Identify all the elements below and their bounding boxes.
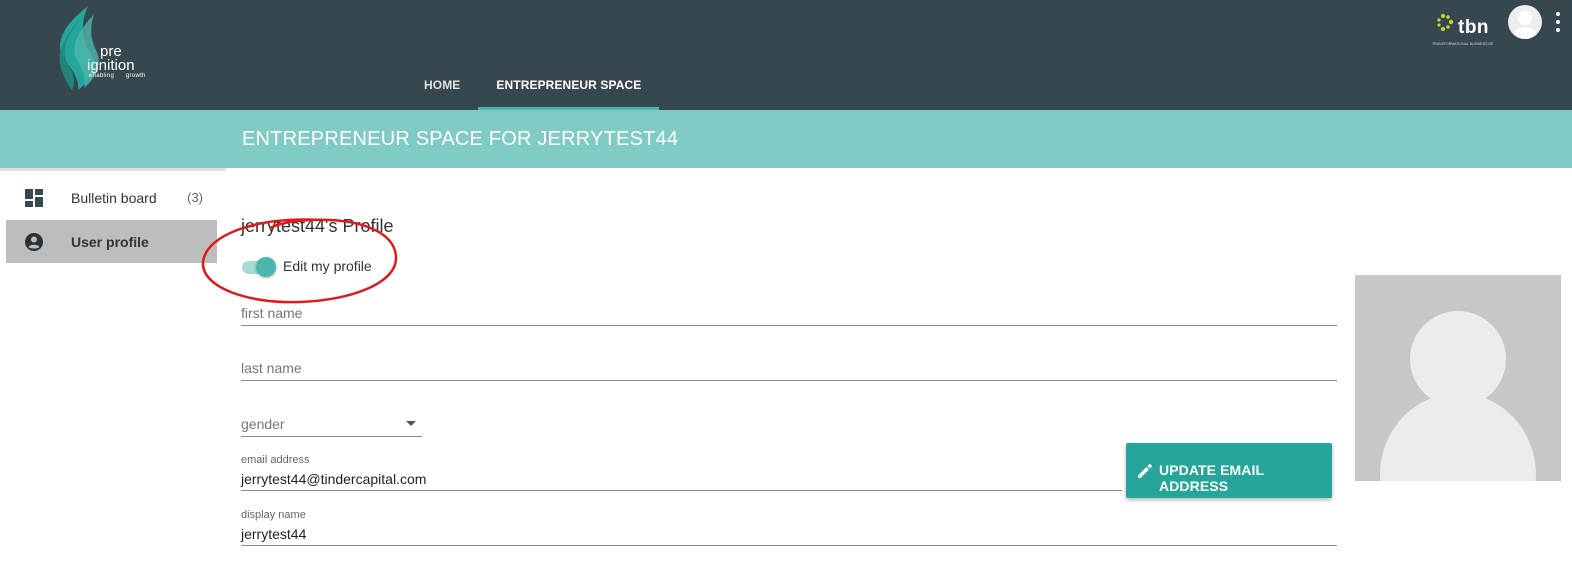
edit-profile-label: Edit my profile (283, 258, 372, 274)
pencil-icon (1138, 464, 1152, 478)
first-name-field[interactable] (241, 300, 1337, 326)
toggle-knob (256, 257, 276, 277)
logo-tagline: enabling growth (89, 73, 146, 79)
field-underline (241, 380, 1337, 381)
display-name-field[interactable]: display name jerrytest44 (241, 508, 1337, 546)
update-email-button-label: UPDATE EMAIL ADDRESS (1159, 462, 1264, 494)
nav-tab-label: HOME (424, 78, 461, 92)
sidebar-item-label: User profile (71, 233, 149, 250)
field-underline (241, 436, 422, 437)
first-name-input[interactable] (241, 303, 1337, 323)
email-value: jerrytest44@tindercapital.com (241, 471, 427, 487)
nav-tab-home[interactable]: HOME (406, 60, 478, 110)
tbn-logo-subtitle: TRANSFORMATIONAL BUSINESS NETWORK (1432, 42, 1494, 46)
edit-profile-toggle[interactable] (242, 257, 278, 277)
email-label: email address (241, 454, 310, 466)
email-field[interactable]: email address jerrytest44@tindercapital.… (241, 453, 1122, 491)
nav-tab-label: ENTREPRENEUR SPACE (496, 78, 642, 92)
person-silhouette-icon (1380, 311, 1536, 481)
nav-tab-entrepreneur-space[interactable]: ENTREPRENEUR SPACE (478, 60, 660, 110)
top-app-bar (0, 0, 1572, 110)
sidebar-item-label: Bulletin board (71, 189, 157, 206)
last-name-field[interactable] (241, 355, 1337, 381)
profile-photo-placeholder[interactable] (1355, 275, 1561, 481)
sidebar-item-user-profile[interactable]: User profile (6, 220, 217, 263)
update-email-button[interactable]: UPDATE EMAIL ADDRESS (1126, 443, 1332, 498)
display-name-value: jerrytest44 (241, 526, 307, 542)
more-vert-icon[interactable] (1554, 10, 1562, 34)
sidebar-divider (0, 168, 226, 171)
field-underline (241, 545, 1337, 546)
page-header-band (0, 110, 1572, 168)
dashboard-icon (25, 189, 43, 207)
account-circle-icon (25, 233, 43, 251)
last-name-input[interactable] (241, 358, 1337, 378)
gender-placeholder: gender (241, 416, 285, 432)
sidebar-item-count: (3) (187, 190, 203, 205)
page-title: ENTREPRENEUR SPACE FOR JERRYTEST44 (242, 128, 679, 150)
tbn-logo-text: tbn (1458, 17, 1490, 38)
logo-text-ignition: ignition (87, 57, 135, 74)
account-circle-icon[interactable] (1508, 5, 1542, 39)
profile-title: jerrytest44's Profile (241, 216, 394, 236)
gender-select[interactable]: gender (241, 411, 422, 437)
field-underline (241, 490, 1122, 491)
sidebar-item-bulletin-board[interactable]: Bulletin board (3) (6, 176, 217, 219)
main-nav: HOME ENTREPRENEUR SPACE (406, 60, 660, 110)
display-name-label: display name (241, 509, 306, 521)
chevron-down-icon (406, 421, 416, 426)
field-underline (241, 325, 1337, 326)
